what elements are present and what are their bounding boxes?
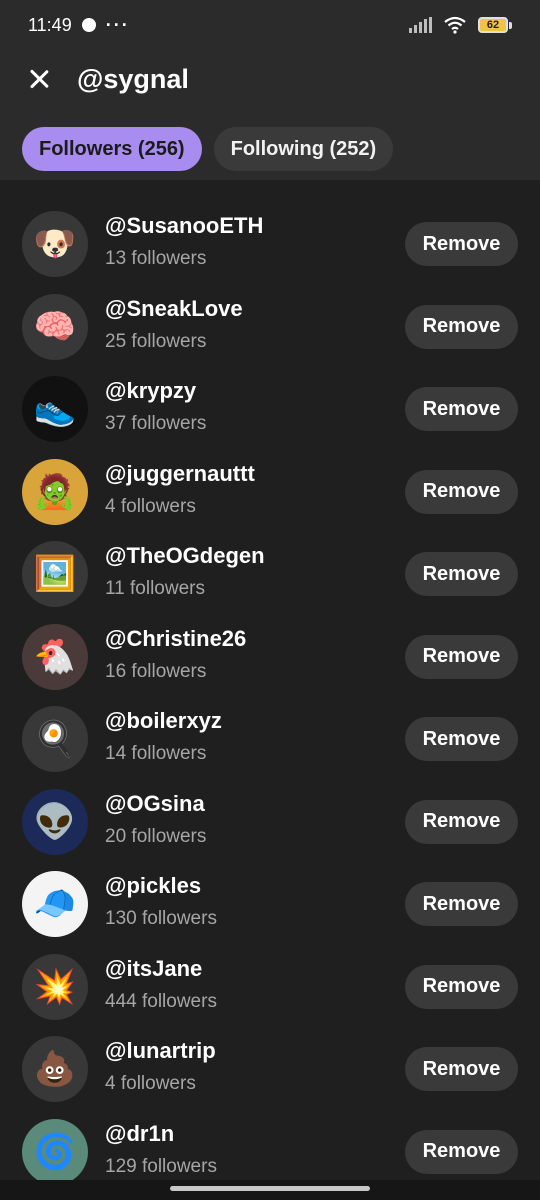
status-time: 11:49 — [28, 14, 72, 35]
remove-button[interactable]: Remove — [405, 882, 518, 926]
remove-button[interactable]: Remove — [405, 469, 518, 514]
user-handle[interactable]: @boilerxyz — [105, 708, 222, 734]
remove-button[interactable]: Remove — [405, 1047, 518, 1091]
list-item[interactable]: 🧟 @juggernauttt 4 followers Remove — [0, 428, 540, 525]
user-handle[interactable]: @SneakLove — [105, 296, 243, 322]
remove-button[interactable]: Remove — [405, 222, 518, 266]
user-handle[interactable]: @Christine26 — [105, 626, 246, 652]
user-handle[interactable]: @pickles — [105, 873, 201, 899]
more-notifications-icon: ··· — [105, 14, 130, 35]
user-handle[interactable]: @SusanooETH — [105, 213, 263, 239]
tab-bar: Followers (256) Following (252) — [22, 127, 394, 171]
remove-button[interactable]: Remove — [405, 552, 518, 596]
page-title: @sygnal — [77, 64, 189, 94]
list-item[interactable]: 🖼️ @TheOGdegen 11 followers Remove — [0, 510, 540, 607]
list-item[interactable]: 🐶 @SusanooETH 13 followers Remove — [0, 180, 540, 277]
remove-button[interactable]: Remove — [405, 717, 518, 761]
user-handle[interactable]: @itsJane — [105, 956, 202, 982]
list-item[interactable]: 🧠 @SneakLove 25 followers Remove — [0, 263, 540, 360]
close-icon[interactable] — [24, 64, 54, 94]
header: @sygnal Followers (256) Following (252) — [0, 50, 540, 180]
list-item[interactable]: 🌀 @dr1n 129 followers Remove — [0, 1088, 540, 1185]
wifi-icon — [444, 16, 466, 34]
home-indicator — [0, 1180, 540, 1200]
list-item[interactable]: 👟 @krypzy 37 followers Remove — [0, 345, 540, 442]
user-handle[interactable]: @OGsina — [105, 791, 205, 817]
status-bar: 11:49 ··· 62 — [0, 0, 540, 50]
remove-button[interactable]: Remove — [405, 964, 518, 1009]
list-item[interactable]: 💩 @lunartrip 4 followers Remove — [0, 1005, 540, 1102]
user-handle[interactable]: @dr1n — [105, 1121, 174, 1147]
remove-button[interactable]: Remove — [405, 387, 518, 431]
followers-list: 🐶 @SusanooETH 13 followers Remove 🧠 @SneakLov… — [0, 180, 540, 1185]
user-handle[interactable]: @TheOGdegen — [105, 543, 265, 569]
signal-icon — [409, 17, 432, 33]
chat-bubble-icon — [81, 18, 96, 32]
remove-button[interactable]: Remove — [405, 1129, 518, 1174]
remove-button[interactable]: Remove — [405, 304, 518, 349]
list-item[interactable]: 🧢 @pickles 130 followers Remove — [0, 840, 540, 937]
user-handle[interactable]: @juggernauttt — [105, 461, 255, 487]
battery-icon: 62 — [478, 17, 512, 33]
follower-count: 129 followers — [105, 1155, 217, 1177]
list-item[interactable]: 💥 @itsJane 444 followers Remove — [0, 923, 540, 1020]
list-item[interactable]: 🐔 @Christine26 16 followers Remove — [0, 593, 540, 690]
user-handle[interactable]: @krypzy — [105, 378, 196, 404]
list-item[interactable]: 🍳 @boilerxyz 14 followers Remove — [0, 675, 540, 772]
remove-button[interactable]: Remove — [405, 634, 518, 679]
avatar[interactable]: 🌀 — [22, 1118, 88, 1185]
user-handle[interactable]: @lunartrip — [105, 1038, 216, 1064]
tab-following[interactable]: Following (252) — [213, 127, 394, 171]
list-item[interactable]: 👽 @OGsina 20 followers Remove — [0, 758, 540, 855]
battery-level: 62 — [478, 17, 508, 33]
remove-button[interactable]: Remove — [405, 799, 518, 844]
tab-followers[interactable]: Followers (256) — [22, 127, 202, 171]
